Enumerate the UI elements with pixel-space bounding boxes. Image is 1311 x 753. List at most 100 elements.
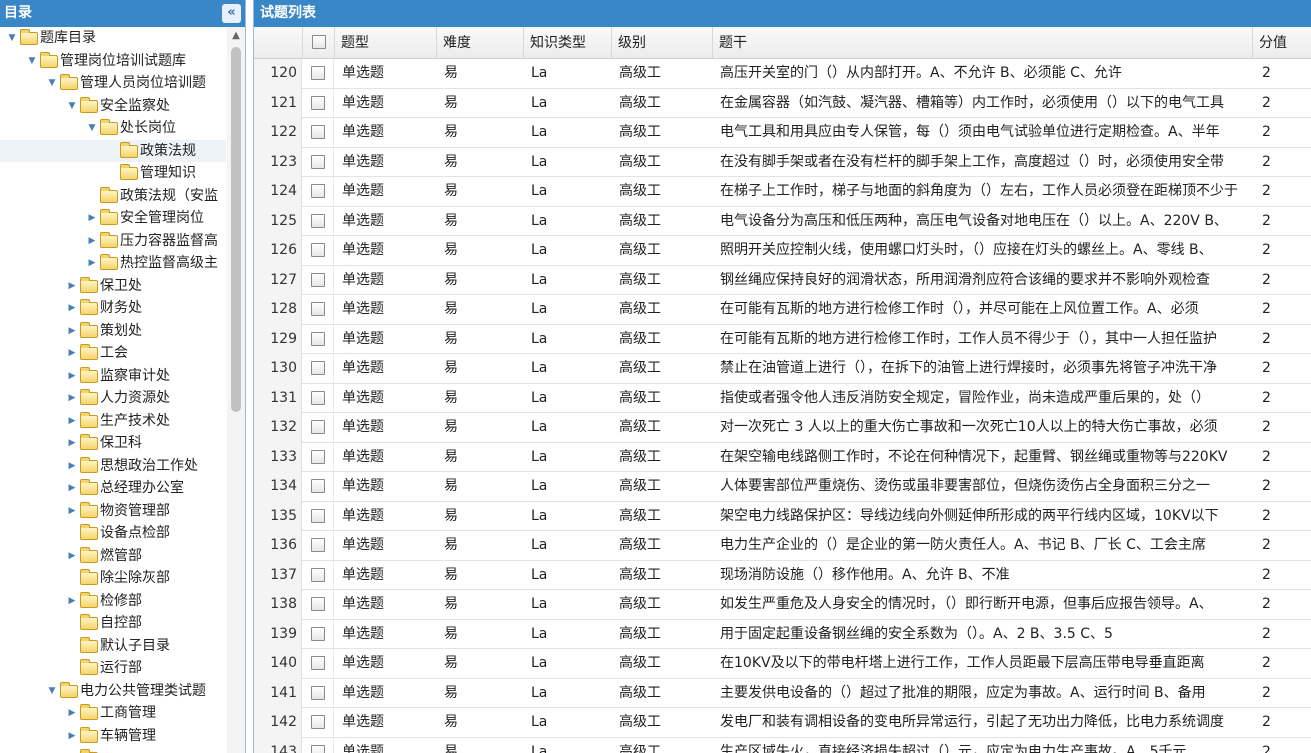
double-chevron-left-icon[interactable]: «: [222, 4, 241, 23]
collapse-arrow-icon[interactable]: ▶: [64, 455, 80, 478]
tree-node[interactable]: ▶ 安全管理岗位: [0, 207, 226, 230]
table-row[interactable]: 126 单选题 易 La 高级工 照明开关应控制火线，使用螺口灯头时，（）应接在灯头的螺丝…: [254, 236, 1311, 266]
collapse-arrow-icon[interactable]: ▶: [64, 410, 80, 433]
collapse-arrow-icon[interactable]: ▶: [84, 230, 100, 253]
scrollbar-thumb[interactable]: [231, 47, 241, 412]
tree-node[interactable]: ▶ 保卫处: [0, 275, 226, 298]
row-checkbox[interactable]: [311, 626, 325, 641]
row-checkbox[interactable]: [311, 449, 325, 464]
table-row[interactable]: 141 单选题 易 La 高级工 主要发供电设备的（）超过了批准的期限，应定为事故。A、运…: [254, 678, 1311, 708]
collapse-arrow-icon[interactable]: ▶: [64, 747, 80, 753]
table-row[interactable]: 125 单选题 易 La 高级工 电气设备分为高压和低压两种，高压电气设备对地电压在（）以…: [254, 206, 1311, 236]
collapse-arrow-icon[interactable]: ▶: [64, 297, 80, 320]
row-checkbox[interactable]: [311, 715, 325, 729]
tree-node[interactable]: ▼ 处长岗位: [0, 117, 226, 140]
tree-node[interactable]: ▼ 管理人员岗位培训题: [0, 72, 226, 95]
tree-node[interactable]: ▶ 燃管部: [0, 545, 226, 568]
table-row[interactable]: 131 单选题 易 La 高级工 指使或者强令他人违反消防安全规定，冒险作业，尚未造成严重…: [254, 383, 1311, 413]
row-checkbox[interactable]: [311, 390, 325, 405]
tree-node[interactable]: ▶ 压力容器监督高: [0, 230, 226, 253]
tree-node[interactable]: ▶ 人力资源处: [0, 387, 226, 410]
row-checkbox[interactable]: [311, 272, 325, 287]
select-all-checkbox[interactable]: [312, 35, 326, 49]
tree-node[interactable]: 默认子目录: [0, 635, 226, 658]
table-row[interactable]: 139 单选题 易 La 高级工 用于固定起重设备钢丝绳的安全系数为（）。A、2 B、3.…: [254, 619, 1311, 649]
tree-node[interactable]: ▶ 生产技术处: [0, 410, 226, 433]
tree-node[interactable]: ▶ 财务处: [0, 297, 226, 320]
column-header-score[interactable]: 分值: [1252, 27, 1311, 59]
collapse-arrow-icon[interactable]: ▶: [84, 252, 100, 275]
tree-node[interactable]: ▶ 检修部: [0, 590, 226, 613]
tree-node[interactable]: 政策法规: [0, 139, 226, 162]
tree-node[interactable]: ▶ 总经理办公室: [0, 477, 226, 500]
collapse-arrow-icon[interactable]: ▶: [64, 342, 80, 365]
tree-node[interactable]: 设备点检部: [0, 522, 226, 545]
row-checkbox[interactable]: [311, 538, 325, 552]
row-checkbox[interactable]: [311, 95, 325, 110]
row-checkbox[interactable]: [311, 331, 325, 346]
table-row[interactable]: 121 单选题 易 La 高级工 在金属容器（如汽鼓、凝汽器、槽箱等）内工作时，必须使用（…: [254, 88, 1311, 118]
tree-node[interactable]: ▶ 思想政治工作处: [0, 455, 226, 478]
column-header-level[interactable]: 级别: [611, 27, 712, 59]
row-checkbox[interactable]: [311, 597, 325, 611]
table-row[interactable]: 123 单选题 易 La 高级工 在没有脚手架或者在没有栏杆的脚手架上工作，高度超过（）时…: [254, 147, 1311, 177]
tree-node[interactable]: ▼ 电力公共管理类试题: [0, 680, 226, 703]
table-row[interactable]: 137 单选题 易 La 高级工 现场消防设施（）移作他用。A、允许 B、不准 2: [254, 560, 1311, 590]
column-header-knowledge[interactable]: 知识类型: [523, 27, 611, 59]
collapse-arrow-icon[interactable]: ▶: [64, 702, 80, 725]
collapse-arrow-icon[interactable]: ▶: [84, 207, 100, 230]
expand-arrow-icon[interactable]: ▼: [24, 50, 40, 73]
tree-node[interactable]: ▶ 物资管理部: [0, 500, 226, 523]
tree-node[interactable]: ▼ 管理岗位培训试题库: [0, 50, 226, 73]
row-checkbox[interactable]: [311, 154, 325, 169]
row-checkbox[interactable]: [311, 125, 325, 139]
tree-node[interactable]: ▶: [0, 747, 226, 753]
row-checkbox[interactable]: [311, 479, 325, 493]
tree-node[interactable]: ▶ 监察审计处: [0, 365, 226, 388]
table-row[interactable]: 128 单选题 易 La 高级工 在可能有瓦斯的地方进行检修工作时（），并尽可能在上风位置…: [254, 295, 1311, 325]
tree-node[interactable]: 自控部: [0, 612, 226, 635]
row-checkbox[interactable]: [311, 184, 325, 198]
scroll-up-arrow-icon[interactable]: ▲: [227, 27, 245, 45]
table-row[interactable]: 133 单选题 易 La 高级工 在架空输电线路侧工作时，不论在何种情况下，起重臂、钢丝绳…: [254, 442, 1311, 472]
tree-node[interactable]: ▶ 工商管理: [0, 702, 226, 725]
row-checkbox[interactable]: [311, 243, 325, 257]
expand-arrow-icon[interactable]: ▼: [44, 680, 60, 703]
tree-node[interactable]: ▶ 工会: [0, 342, 226, 365]
column-header-difficulty[interactable]: 难度: [436, 27, 523, 59]
expand-arrow-icon[interactable]: ▼: [84, 117, 100, 140]
table-row[interactable]: 135 单选题 易 La 高级工 架空电力线路保护区：导线边线向外侧延伸所形成的两平行线内…: [254, 501, 1311, 531]
row-checkbox[interactable]: [311, 361, 325, 375]
tree-node[interactable]: 政策法规（安监: [0, 185, 226, 208]
expand-arrow-icon[interactable]: ▼: [64, 95, 80, 118]
table-row[interactable]: 143 单选题 易 La 高级工 生产区域失火，直接经济损失超过（）元，应定为电力生产事故…: [254, 737, 1311, 753]
tree-scrollbar[interactable]: ▲: [227, 27, 245, 753]
row-checkbox[interactable]: [311, 213, 325, 228]
collapse-arrow-icon[interactable]: ▶: [64, 477, 80, 500]
collapse-arrow-icon[interactable]: ▶: [64, 545, 80, 568]
collapse-arrow-icon[interactable]: ▶: [64, 432, 80, 455]
tree-node[interactable]: ▼ 题库目录: [0, 27, 226, 50]
tree-node[interactable]: ▶ 热控监督高级主: [0, 252, 226, 275]
collapse-arrow-icon[interactable]: ▶: [64, 387, 80, 410]
table-row[interactable]: 134 单选题 易 La 高级工 人体要害部位严重烧伤、烫伤或虽非要害部位，但烧伤烫伤占全…: [254, 472, 1311, 502]
table-row[interactable]: 132 单选题 易 La 高级工 对一次死亡 3 人以上的重大伤亡事故和一次死亡10人以上…: [254, 413, 1311, 443]
table-row[interactable]: 120 单选题 易 La 高级工 高压开关室的门（）从内部打开。A、不允许 B、必须能 C…: [254, 59, 1311, 89]
collapse-arrow-icon[interactable]: ▶: [64, 365, 80, 388]
expand-arrow-icon[interactable]: ▼: [4, 27, 20, 50]
tree-node[interactable]: 运行部: [0, 657, 226, 680]
collapse-arrow-icon[interactable]: ▶: [64, 275, 80, 298]
tree-node[interactable]: 管理知识: [0, 162, 226, 185]
table-row[interactable]: 142 单选题 易 La 高级工 发电厂和装有调相设备的变电所异常运行，引起了无功出力降低…: [254, 708, 1311, 738]
collapse-arrow-icon[interactable]: ▶: [64, 590, 80, 613]
row-checkbox[interactable]: [311, 66, 325, 80]
collapse-arrow-icon[interactable]: ▶: [64, 500, 80, 523]
row-checkbox[interactable]: [311, 508, 325, 523]
table-row[interactable]: 127 单选题 易 La 高级工 钢丝绳应保持良好的润滑状态，所用润滑剂应符合该绳的要求并…: [254, 265, 1311, 295]
tree-node[interactable]: ▼ 安全监察处: [0, 95, 226, 118]
row-checkbox[interactable]: [311, 420, 325, 434]
tree-node[interactable]: 除尘除灰部: [0, 567, 226, 590]
row-checkbox[interactable]: [311, 744, 325, 753]
row-checkbox[interactable]: [311, 567, 325, 582]
tree-node[interactable]: ▶ 策划处: [0, 320, 226, 343]
